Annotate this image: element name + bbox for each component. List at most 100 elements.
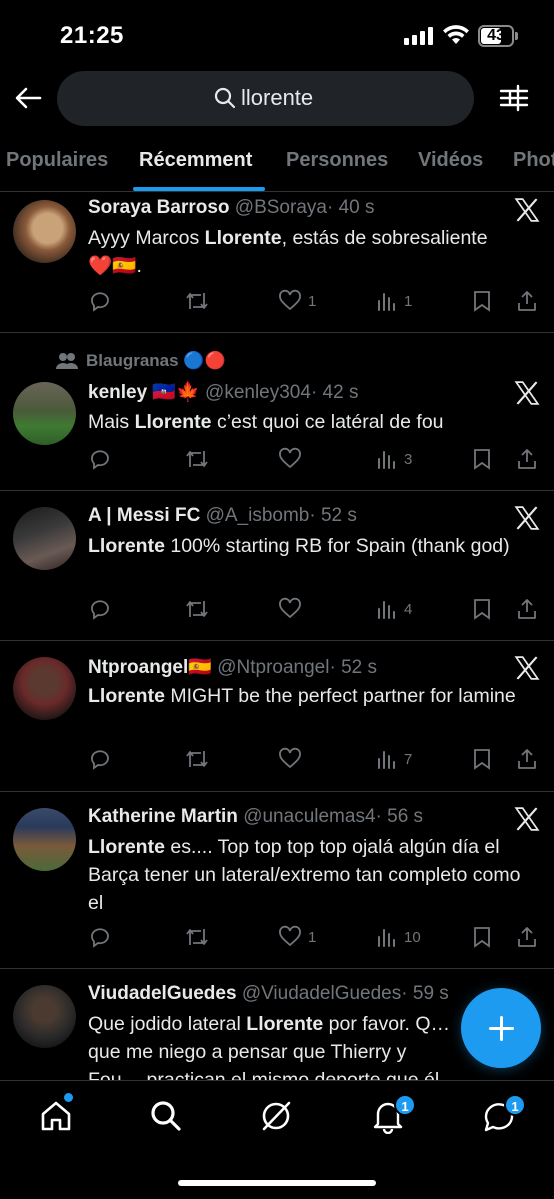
tweet-time: · 40 s xyxy=(326,197,375,218)
reply-button[interactable] xyxy=(88,747,112,771)
tweet-feed[interactable]: Soraya Barroso @BSoraya· 40 s Ayyy Marco… xyxy=(0,192,554,1080)
like-button[interactable] xyxy=(278,747,308,771)
share-button[interactable] xyxy=(515,447,539,471)
tweet-author-name[interactable]: A | Messi FC xyxy=(88,505,200,526)
home-unread-dot xyxy=(64,1093,73,1102)
tweet-author-name[interactable]: ViudadelGuedes xyxy=(88,983,237,1004)
tab-photos[interactable]: Photos xyxy=(513,149,554,172)
like-count: 1 xyxy=(308,928,317,946)
tweet[interactable]: Ntproangel🇪🇸 @Ntproangel· 52 s Llorente … xyxy=(0,641,554,792)
share-button[interactable] xyxy=(515,925,539,949)
tweet-author-handle[interactable]: @ViudadelGuedes xyxy=(242,983,401,1004)
bookmark-icon xyxy=(474,291,490,312)
reply-icon xyxy=(91,750,109,770)
views-button[interactable]: 4 xyxy=(376,597,412,621)
home-icon[interactable] xyxy=(38,1098,74,1134)
views-button[interactable]: 3 xyxy=(376,447,412,471)
share-button[interactable] xyxy=(515,747,539,771)
tweet-author-name[interactable]: kenley 🇭🇹🍁 xyxy=(88,382,200,403)
repost-button[interactable] xyxy=(184,747,210,771)
views-button[interactable]: 10 xyxy=(376,925,421,949)
home-indicator xyxy=(178,1180,376,1186)
search-query: llorente xyxy=(241,85,314,110)
bookmark-icon xyxy=(474,449,490,470)
bookmark-button[interactable] xyxy=(471,925,493,949)
tab-personnes[interactable]: Personnes xyxy=(286,149,388,172)
reply-icon xyxy=(91,928,109,948)
like-button[interactable] xyxy=(278,597,308,621)
tweet-author-handle[interactable]: @BSoraya xyxy=(235,197,327,218)
bookmark-button[interactable] xyxy=(471,747,493,771)
view-count: 3 xyxy=(404,450,413,468)
avatar[interactable] xyxy=(13,200,76,263)
tweet-text: Mais Llorente c’est quoi ce latéral de f… xyxy=(88,411,444,433)
view-count: 4 xyxy=(404,600,413,618)
compose-button[interactable] xyxy=(461,988,541,1068)
bookmark-button[interactable] xyxy=(471,447,493,471)
tweet-author-handle[interactable]: @Ntproangel xyxy=(217,657,329,678)
like-count: 1 xyxy=(308,292,317,310)
share-icon xyxy=(518,449,536,469)
cellular-signal-icon xyxy=(404,27,434,45)
repost-icon xyxy=(186,751,208,767)
tweet[interactable]: Soraya Barroso @BSoraya· 40 s Ayyy Marco… xyxy=(0,192,554,333)
tweet[interactable]: A | Messi FC @A_isbomb· 52 s Llorente 10… xyxy=(0,491,554,641)
bookmark-button[interactable] xyxy=(471,289,493,313)
avatar[interactable] xyxy=(13,507,76,570)
reply-button[interactable] xyxy=(88,289,112,313)
tweet[interactable]: Blaugranas 🔵🔴 kenley 🇭🇹🍁 @kenley304· 42 … xyxy=(0,333,554,491)
views-button[interactable]: 7 xyxy=(376,747,412,771)
tweet-text: Llorente MIGHT be the perfect partner fo… xyxy=(88,685,516,707)
x-logo-icon xyxy=(514,807,540,831)
share-button[interactable] xyxy=(515,597,539,621)
community-context[interactable]: Blaugranas 🔵🔴 xyxy=(56,351,226,371)
tweet-time: · 42 s xyxy=(310,382,359,403)
tab-populaires[interactable]: Populaires xyxy=(6,149,108,172)
repost-button[interactable] xyxy=(184,447,210,471)
back-arrow-icon[interactable] xyxy=(12,82,44,114)
tweet-author-name[interactable]: Soraya Barroso xyxy=(88,197,230,218)
tweet-actions: 1 1 xyxy=(88,289,548,315)
repost-button[interactable] xyxy=(184,597,210,621)
avatar[interactable] xyxy=(13,808,76,871)
avatar[interactable] xyxy=(13,657,76,720)
reply-button[interactable] xyxy=(88,597,112,621)
avatar[interactable] xyxy=(13,985,76,1048)
search-icon[interactable] xyxy=(148,1098,184,1134)
reply-button[interactable] xyxy=(88,925,112,949)
like-button[interactable] xyxy=(278,447,308,471)
tweet-text: Llorente 100% starting RB for Spain (tha… xyxy=(88,535,510,557)
repost-button[interactable] xyxy=(184,925,210,949)
search-tabs: Populaires Récemment Personnes Vidéos Ph… xyxy=(0,140,554,192)
tab-recemment[interactable]: Récemment xyxy=(139,149,252,172)
bookmark-button[interactable] xyxy=(471,597,493,621)
tweet-author-name[interactable]: Katherine Martin xyxy=(88,806,238,827)
tweet-author-name[interactable]: Ntproangel🇪🇸 xyxy=(88,657,212,678)
bookmark-icon xyxy=(474,599,490,620)
repost-button[interactable] xyxy=(184,289,210,313)
like-button[interactable]: 1 xyxy=(278,925,316,949)
search-input[interactable]: llorente xyxy=(57,71,474,126)
view-count: 1 xyxy=(404,292,413,310)
share-icon xyxy=(518,599,536,619)
avatar[interactable] xyxy=(13,382,76,445)
tweet-time: · 59 s xyxy=(401,983,449,1004)
tweet[interactable]: Katherine Martin @unaculemas4· 56 s Llor… xyxy=(0,792,554,969)
tweet-author-handle[interactable]: @kenley304 xyxy=(205,382,311,403)
views-button[interactable]: 1 xyxy=(376,289,412,313)
community-name: Blaugranas 🔵🔴 xyxy=(86,351,226,370)
share-icon xyxy=(518,291,536,311)
grok-icon[interactable] xyxy=(258,1098,294,1134)
search-filter-icon[interactable] xyxy=(498,82,530,114)
tweet-text: Que jodido lateral Llorente por favor. Q… xyxy=(88,1013,451,1080)
like-button[interactable]: 1 xyxy=(278,289,316,313)
tweet-time: · 56 s xyxy=(375,806,424,827)
x-logo-icon xyxy=(514,381,540,405)
share-button[interactable] xyxy=(515,289,539,313)
tweet-text: Ayyy Marcos Llorente, estás de sobresali… xyxy=(88,227,488,277)
repost-icon xyxy=(186,451,208,467)
reply-button[interactable] xyxy=(88,447,112,471)
tweet-author-handle[interactable]: @A_isbomb xyxy=(206,505,310,526)
tweet-author-handle[interactable]: @unaculemas4 xyxy=(243,806,375,827)
tab-videos[interactable]: Vidéos xyxy=(418,149,483,172)
